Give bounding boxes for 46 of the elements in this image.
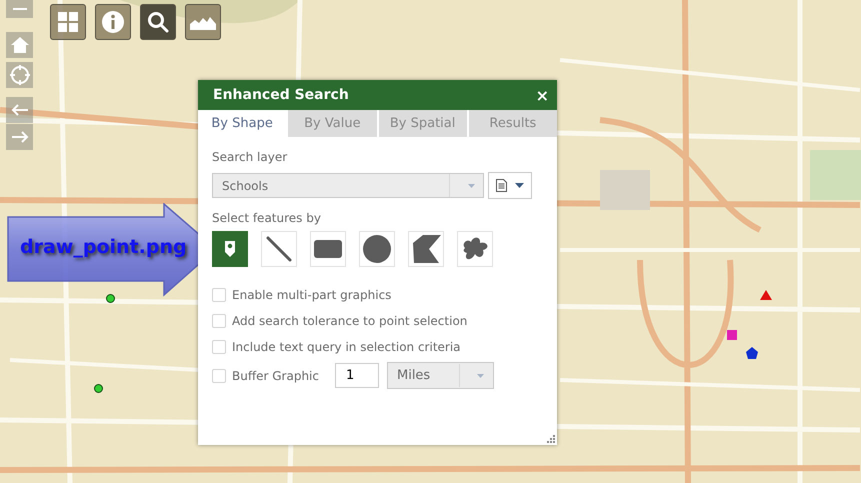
map-tool-button[interactable] bbox=[185, 4, 221, 40]
home-icon bbox=[10, 35, 30, 55]
rectangle-icon bbox=[314, 240, 342, 258]
tab[interactable]: Results bbox=[466, 110, 557, 137]
freehand-shape-icon bbox=[461, 236, 489, 262]
tab[interactable]: By Spatial bbox=[376, 110, 467, 137]
triangle-marker-icon bbox=[760, 290, 772, 300]
distance-field[interactable]: 1 bbox=[334, 363, 379, 388]
locate-icon bbox=[10, 65, 30, 85]
checkbox[interactable] bbox=[212, 288, 226, 302]
layer-dropdown[interactable]: Schools bbox=[212, 173, 484, 198]
layer-options-button[interactable] bbox=[488, 172, 532, 199]
dialog-title: Enhanced Search bbox=[213, 87, 349, 103]
checkbox-label: Buffer Graphic bbox=[232, 368, 319, 382]
caret-icon bbox=[515, 183, 524, 188]
callout-label: draw_point.png bbox=[20, 236, 187, 258]
circle-icon bbox=[363, 235, 391, 263]
line-icon bbox=[266, 236, 292, 262]
checkbox-label: Add search tolerance to point selection bbox=[232, 314, 468, 328]
resize-grip-icon[interactable] bbox=[547, 435, 555, 443]
field-label: Select features by bbox=[212, 211, 322, 225]
pentagon-marker-icon bbox=[746, 347, 758, 359]
search-icon bbox=[147, 11, 169, 33]
draw-tool-button[interactable] bbox=[212, 231, 248, 267]
polygon-icon bbox=[411, 235, 441, 263]
square-marker-icon bbox=[727, 330, 737, 340]
close-button[interactable]: × bbox=[536, 86, 549, 104]
checkbox[interactable] bbox=[212, 368, 226, 382]
map-pin-icon bbox=[224, 240, 236, 258]
map-tool-button[interactable] bbox=[50, 4, 86, 40]
grid-icon bbox=[58, 12, 78, 32]
caret-icon bbox=[468, 184, 474, 188]
checkbox-label: Enable multi-part graphics bbox=[232, 288, 392, 302]
caret-icon bbox=[477, 374, 484, 378]
field-label: Search layer bbox=[212, 150, 288, 164]
checkbox-label: Include text query in selection criteria bbox=[232, 340, 461, 354]
document-icon bbox=[496, 179, 507, 192]
dot-marker-icon bbox=[94, 384, 103, 393]
map-tool-button[interactable] bbox=[140, 4, 176, 40]
dot-marker-icon bbox=[106, 294, 115, 303]
info-icon bbox=[102, 11, 124, 33]
unit-dropdown[interactable]: Miles bbox=[386, 362, 494, 389]
tab[interactable]: By Value bbox=[286, 110, 376, 137]
checkbox[interactable] bbox=[212, 340, 226, 354]
checkbox[interactable] bbox=[212, 314, 226, 328]
map-tool-button[interactable] bbox=[95, 4, 131, 40]
